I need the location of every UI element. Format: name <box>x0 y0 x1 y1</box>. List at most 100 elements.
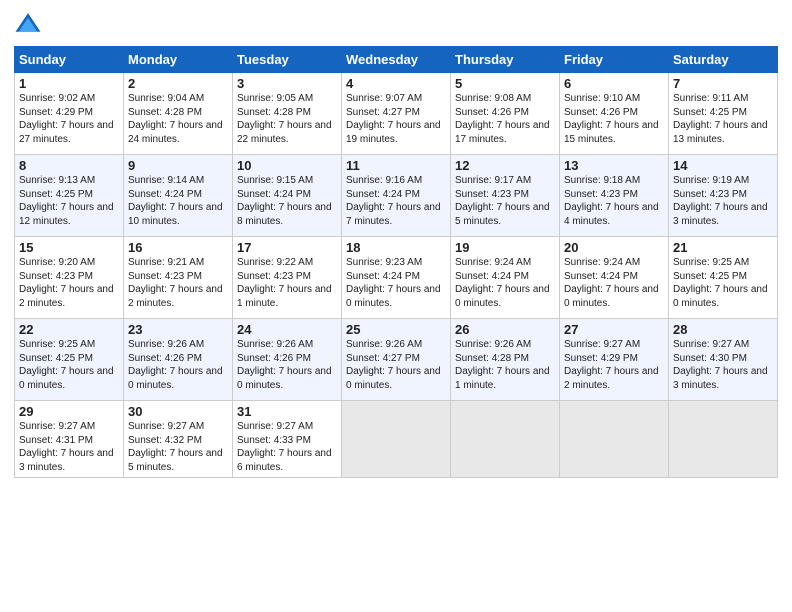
calendar-cell: 23 Sunrise: 9:26 AMSunset: 4:26 PMDaylig… <box>124 319 233 401</box>
calendar-cell: 27 Sunrise: 9:27 AMSunset: 4:29 PMDaylig… <box>560 319 669 401</box>
calendar-cell: 22 Sunrise: 9:25 AMSunset: 4:25 PMDaylig… <box>15 319 124 401</box>
cell-info: Sunrise: 9:26 AMSunset: 4:28 PMDaylight:… <box>455 339 550 391</box>
weekday-header-thursday: Thursday <box>451 47 560 73</box>
cell-info: Sunrise: 9:16 AMSunset: 4:24 PMDaylight:… <box>346 175 441 227</box>
cell-info: Sunrise: 9:22 AMSunset: 4:23 PMDaylight:… <box>237 257 332 309</box>
cell-info: Sunrise: 9:11 AMSunset: 4:25 PMDaylight:… <box>673 93 768 145</box>
calendar-cell: 21 Sunrise: 9:25 AMSunset: 4:25 PMDaylig… <box>669 237 778 319</box>
day-number: 6 <box>564 76 664 91</box>
day-number: 17 <box>237 240 337 255</box>
day-number: 16 <box>128 240 228 255</box>
weekday-header-row: SundayMondayTuesdayWednesdayThursdayFrid… <box>15 47 778 73</box>
calendar-cell: 12 Sunrise: 9:17 AMSunset: 4:23 PMDaylig… <box>451 155 560 237</box>
day-number: 28 <box>673 322 773 337</box>
day-number: 15 <box>19 240 119 255</box>
calendar-cell: 2 Sunrise: 9:04 AMSunset: 4:28 PMDayligh… <box>124 73 233 155</box>
day-number: 5 <box>455 76 555 91</box>
calendar-cell: 9 Sunrise: 9:14 AMSunset: 4:24 PMDayligh… <box>124 155 233 237</box>
cell-info: Sunrise: 9:13 AMSunset: 4:25 PMDaylight:… <box>19 175 114 227</box>
day-number: 8 <box>19 158 119 173</box>
day-number: 19 <box>455 240 555 255</box>
calendar-cell: 29 Sunrise: 9:27 AMSunset: 4:31 PMDaylig… <box>15 401 124 478</box>
calendar-cell: 24 Sunrise: 9:26 AMSunset: 4:26 PMDaylig… <box>233 319 342 401</box>
day-number: 31 <box>237 404 337 419</box>
calendar-cell: 31 Sunrise: 9:27 AMSunset: 4:33 PMDaylig… <box>233 401 342 478</box>
day-number: 14 <box>673 158 773 173</box>
calendar-cell: 19 Sunrise: 9:24 AMSunset: 4:24 PMDaylig… <box>451 237 560 319</box>
calendar-cell: 17 Sunrise: 9:22 AMSunset: 4:23 PMDaylig… <box>233 237 342 319</box>
day-number: 4 <box>346 76 446 91</box>
cell-info: Sunrise: 9:05 AMSunset: 4:28 PMDaylight:… <box>237 93 332 145</box>
cell-info: Sunrise: 9:04 AMSunset: 4:28 PMDaylight:… <box>128 93 223 145</box>
calendar-cell: 28 Sunrise: 9:27 AMSunset: 4:30 PMDaylig… <box>669 319 778 401</box>
cell-info: Sunrise: 9:27 AMSunset: 4:29 PMDaylight:… <box>564 339 659 391</box>
logo <box>14 10 46 38</box>
calendar-cell: 26 Sunrise: 9:26 AMSunset: 4:28 PMDaylig… <box>451 319 560 401</box>
calendar-cell: 18 Sunrise: 9:23 AMSunset: 4:24 PMDaylig… <box>342 237 451 319</box>
weekday-header-tuesday: Tuesday <box>233 47 342 73</box>
cell-info: Sunrise: 9:15 AMSunset: 4:24 PMDaylight:… <box>237 175 332 227</box>
cell-info: Sunrise: 9:18 AMSunset: 4:23 PMDaylight:… <box>564 175 659 227</box>
calendar-cell <box>669 401 778 478</box>
cell-info: Sunrise: 9:21 AMSunset: 4:23 PMDaylight:… <box>128 257 223 309</box>
cell-info: Sunrise: 9:20 AMSunset: 4:23 PMDaylight:… <box>19 257 114 309</box>
cell-info: Sunrise: 9:07 AMSunset: 4:27 PMDaylight:… <box>346 93 441 145</box>
cell-info: Sunrise: 9:02 AMSunset: 4:29 PMDaylight:… <box>19 93 114 145</box>
cell-info: Sunrise: 9:14 AMSunset: 4:24 PMDaylight:… <box>128 175 223 227</box>
day-number: 9 <box>128 158 228 173</box>
day-number: 27 <box>564 322 664 337</box>
calendar-table: SundayMondayTuesdayWednesdayThursdayFrid… <box>14 46 778 478</box>
calendar-cell: 25 Sunrise: 9:26 AMSunset: 4:27 PMDaylig… <box>342 319 451 401</box>
calendar-cell: 5 Sunrise: 9:08 AMSunset: 4:26 PMDayligh… <box>451 73 560 155</box>
calendar-week-row: 22 Sunrise: 9:25 AMSunset: 4:25 PMDaylig… <box>15 319 778 401</box>
cell-info: Sunrise: 9:27 AMSunset: 4:32 PMDaylight:… <box>128 421 223 473</box>
day-number: 18 <box>346 240 446 255</box>
calendar-cell <box>451 401 560 478</box>
calendar-week-row: 8 Sunrise: 9:13 AMSunset: 4:25 PMDayligh… <box>15 155 778 237</box>
cell-info: Sunrise: 9:19 AMSunset: 4:23 PMDaylight:… <box>673 175 768 227</box>
cell-info: Sunrise: 9:17 AMSunset: 4:23 PMDaylight:… <box>455 175 550 227</box>
weekday-header-friday: Friday <box>560 47 669 73</box>
calendar-body: 1 Sunrise: 9:02 AMSunset: 4:29 PMDayligh… <box>15 73 778 478</box>
day-number: 25 <box>346 322 446 337</box>
calendar-cell: 16 Sunrise: 9:21 AMSunset: 4:23 PMDaylig… <box>124 237 233 319</box>
weekday-header-saturday: Saturday <box>669 47 778 73</box>
calendar-cell: 1 Sunrise: 9:02 AMSunset: 4:29 PMDayligh… <box>15 73 124 155</box>
calendar-cell: 10 Sunrise: 9:15 AMSunset: 4:24 PMDaylig… <box>233 155 342 237</box>
calendar-cell: 8 Sunrise: 9:13 AMSunset: 4:25 PMDayligh… <box>15 155 124 237</box>
day-number: 21 <box>673 240 773 255</box>
calendar-cell: 20 Sunrise: 9:24 AMSunset: 4:24 PMDaylig… <box>560 237 669 319</box>
logo-icon <box>14 10 42 38</box>
day-number: 1 <box>19 76 119 91</box>
calendar-cell: 7 Sunrise: 9:11 AMSunset: 4:25 PMDayligh… <box>669 73 778 155</box>
calendar-cell <box>342 401 451 478</box>
cell-info: Sunrise: 9:25 AMSunset: 4:25 PMDaylight:… <box>673 257 768 309</box>
weekday-header-wednesday: Wednesday <box>342 47 451 73</box>
calendar-week-row: 1 Sunrise: 9:02 AMSunset: 4:29 PMDayligh… <box>15 73 778 155</box>
day-number: 20 <box>564 240 664 255</box>
day-number: 7 <box>673 76 773 91</box>
cell-info: Sunrise: 9:27 AMSunset: 4:30 PMDaylight:… <box>673 339 768 391</box>
day-number: 26 <box>455 322 555 337</box>
cell-info: Sunrise: 9:26 AMSunset: 4:27 PMDaylight:… <box>346 339 441 391</box>
cell-info: Sunrise: 9:08 AMSunset: 4:26 PMDaylight:… <box>455 93 550 145</box>
cell-info: Sunrise: 9:26 AMSunset: 4:26 PMDaylight:… <box>237 339 332 391</box>
calendar-cell: 13 Sunrise: 9:18 AMSunset: 4:23 PMDaylig… <box>560 155 669 237</box>
day-number: 11 <box>346 158 446 173</box>
cell-info: Sunrise: 9:27 AMSunset: 4:33 PMDaylight:… <box>237 421 332 473</box>
calendar-cell: 6 Sunrise: 9:10 AMSunset: 4:26 PMDayligh… <box>560 73 669 155</box>
cell-info: Sunrise: 9:25 AMSunset: 4:25 PMDaylight:… <box>19 339 114 391</box>
day-number: 12 <box>455 158 555 173</box>
cell-info: Sunrise: 9:24 AMSunset: 4:24 PMDaylight:… <box>455 257 550 309</box>
calendar-cell: 11 Sunrise: 9:16 AMSunset: 4:24 PMDaylig… <box>342 155 451 237</box>
cell-info: Sunrise: 9:26 AMSunset: 4:26 PMDaylight:… <box>128 339 223 391</box>
calendar-cell <box>560 401 669 478</box>
calendar-week-row: 29 Sunrise: 9:27 AMSunset: 4:31 PMDaylig… <box>15 401 778 478</box>
cell-info: Sunrise: 9:27 AMSunset: 4:31 PMDaylight:… <box>19 421 114 473</box>
day-number: 23 <box>128 322 228 337</box>
day-number: 29 <box>19 404 119 419</box>
calendar-cell: 30 Sunrise: 9:27 AMSunset: 4:32 PMDaylig… <box>124 401 233 478</box>
calendar-cell: 3 Sunrise: 9:05 AMSunset: 4:28 PMDayligh… <box>233 73 342 155</box>
day-number: 22 <box>19 322 119 337</box>
calendar-cell: 4 Sunrise: 9:07 AMSunset: 4:27 PMDayligh… <box>342 73 451 155</box>
